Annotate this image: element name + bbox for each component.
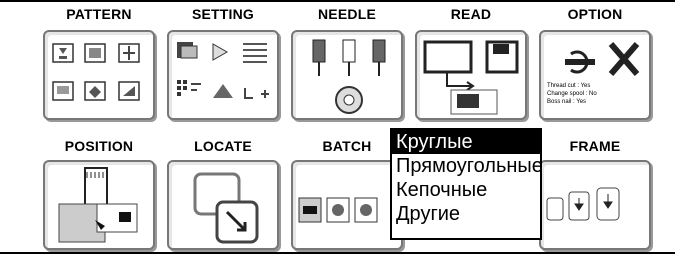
needle-label: NEEDLE	[318, 6, 376, 22]
read-label: READ	[450, 6, 492, 22]
menu-item-round[interactable]: Круглые	[392, 130, 540, 154]
pattern-grid-icon	[52, 43, 140, 101]
menu-item-other[interactable]: Другие	[392, 202, 540, 226]
menu-item-cap[interactable]: Кепочные	[392, 178, 540, 202]
needle-bar-icon	[312, 39, 386, 114]
frame-type-menu[interactable]: Круглые Прямоугольные Кепочные Другие	[390, 128, 543, 240]
option-label: OPTION	[567, 6, 623, 22]
option-boss-nail: Boss nail : Yes	[547, 99, 587, 105]
setting-button[interactable]	[167, 30, 279, 120]
option-tools-icon	[565, 42, 640, 76]
locate-label: LOCATE	[194, 138, 252, 154]
position-button[interactable]	[43, 160, 155, 250]
menu-item-rectangular[interactable]: Прямоугольные	[392, 154, 543, 178]
locate-button[interactable]	[167, 160, 279, 250]
pattern-button[interactable]	[43, 30, 155, 120]
option-thread-cut: Thread cut : Yes	[547, 83, 591, 89]
read-disk-icon	[423, 40, 519, 115]
batch-icon	[298, 197, 378, 223]
option-button[interactable]: Thread cut : Yes Change spool : No Boss …	[539, 30, 651, 120]
batch-label: BATCH	[322, 138, 372, 154]
batch-button[interactable]	[291, 160, 403, 250]
locate-icon	[193, 172, 259, 244]
position-label: POSITION	[64, 138, 134, 154]
read-button[interactable]	[415, 30, 527, 120]
position-icon	[58, 167, 138, 243]
frame-button[interactable]	[539, 160, 651, 250]
needle-button[interactable]	[291, 30, 403, 120]
setting-label: SETTING	[191, 6, 255, 22]
frame-icon	[546, 187, 620, 221]
option-change-spool: Change spool : No	[547, 91, 597, 97]
frame-label: FRAME	[569, 138, 621, 154]
option-settings-text: Thread cut : Yes Change spool : No Boss …	[547, 82, 597, 106]
top-divider	[0, 0, 675, 2]
pattern-label: PATTERN	[66, 6, 132, 22]
setting-tools-icon	[177, 42, 269, 99]
